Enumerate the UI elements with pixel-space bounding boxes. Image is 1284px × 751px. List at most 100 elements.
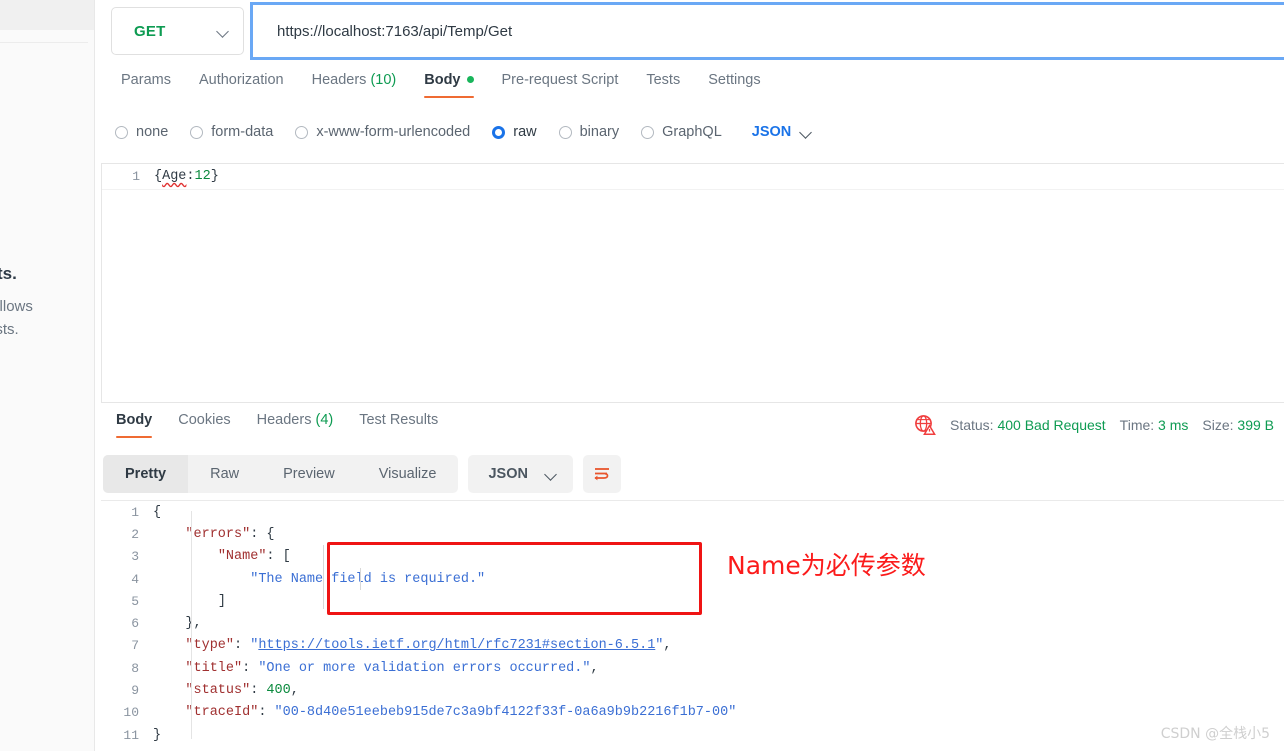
postman-window: ments. that allows equests. GET https://… <box>0 0 1284 751</box>
request-open-brace: { <box>154 169 163 184</box>
response-tab-cookies-label: Cookies <box>178 412 231 428</box>
indent-guide-1 <box>323 545 324 609</box>
response-format-selector[interactable]: JSON <box>468 455 573 493</box>
radio-x-www-form-urlencoded-label: x-www-form-urlencoded <box>316 124 471 140</box>
response-line-number: 11 <box>123 727 139 743</box>
tab-body[interactable]: Body <box>410 70 487 98</box>
tab-tests[interactable]: Tests <box>632 70 694 98</box>
tab-headers-count: (10) <box>370 72 397 88</box>
left-panel-line-2: equests. <box>0 321 19 338</box>
response-line-number: 10 <box>123 705 139 721</box>
response-code-text: "traceId": "00-8d40e51eebeb915de7c3a9bf4… <box>185 705 737 721</box>
url-input[interactable]: https://localhost:7163/api/Temp/Get <box>250 2 1284 60</box>
response-line-number: 3 <box>131 549 139 565</box>
globe-warning-icon <box>914 414 936 436</box>
url-row: GET https://localhost:7163/api/Temp/Get <box>95 0 1284 62</box>
radio-raw-label: raw <box>513 124 537 140</box>
request-body-editor[interactable]: 1 {Age:12} <box>101 163 1284 403</box>
response-tab-headers[interactable]: Headers (4) <box>244 410 347 438</box>
radio-raw[interactable]: raw <box>492 124 537 140</box>
radio-none-label: none <box>136 124 169 140</box>
response-code-text: "errors": { <box>185 526 275 542</box>
response-code-text: } <box>153 727 162 743</box>
request-body-value: 12 <box>194 169 211 184</box>
response-code-text: "The Name field is required." <box>250 571 486 587</box>
response-tab-headers-count: (4) <box>315 412 334 428</box>
request-body-code: {Age:12} <box>154 169 219 184</box>
raw-format-label: JSON <box>751 124 792 140</box>
status-value: 400 Bad Request <box>997 417 1106 433</box>
radio-x-www-form-urlencoded-circle-icon <box>295 125 309 139</box>
wrap-text-button[interactable] <box>582 455 621 493</box>
response-code-text: "Name": [ <box>217 549 291 565</box>
size-label: Size: <box>1202 417 1234 433</box>
response-status-bar: Status: 400 Bad Request Time: 3 ms Size:… <box>914 414 1274 436</box>
response-code-text: ] <box>217 593 226 609</box>
response-body-lines: 1{2 "errors": {3 "Name": [4 "The Name fi… <box>101 501 1284 746</box>
tab-authorization-label: Authorization <box>198 72 284 88</box>
response-code-text: }, <box>185 616 202 632</box>
chevron-down-icon <box>218 26 229 37</box>
view-mode-raw[interactable]: Raw <box>188 455 261 493</box>
tab-settings-label: Settings <box>708 72 761 88</box>
response-body-editor[interactable]: 1{2 "errors": {3 "Name": [4 "The Name fi… <box>101 500 1284 751</box>
radio-none[interactable]: none <box>115 124 168 140</box>
time-value: 3 ms <box>1158 417 1189 433</box>
view-mode-preview[interactable]: Preview <box>261 455 357 493</box>
http-method-selector[interactable]: GET <box>111 7 244 55</box>
response-view-mode-group: Pretty Raw Preview Visualize <box>103 455 459 493</box>
left-panel-heading: ments. <box>0 264 17 283</box>
tab-pre-request-script[interactable]: Pre-request Script <box>488 70 633 98</box>
chevron-down-icon <box>801 127 812 138</box>
request-tabs: Params Authorization Headers (10) Body P… <box>95 70 1284 106</box>
tab-authorization[interactable]: Authorization <box>185 70 298 98</box>
url-text: https://localhost:7163/api/Temp/Get <box>277 22 513 40</box>
tab-params-label: Params <box>121 72 171 88</box>
request-close-brace: } <box>210 169 219 184</box>
request-body-key: Age <box>162 169 187 184</box>
radio-form-data[interactable]: form-data <box>190 124 273 140</box>
radio-x-www-form-urlencoded[interactable]: x-www-form-urlencoded <box>295 124 470 140</box>
response-tab-test-results[interactable]: Test Results <box>346 410 451 438</box>
tab-params[interactable]: Params <box>107 70 185 98</box>
watermark: CSDN @全栈小5 <box>1160 726 1270 742</box>
left-panel-line-1: that allows <box>0 298 33 315</box>
left-side-panel: ments. that allows equests. <box>0 0 95 751</box>
response-code-line: 5 ] <box>101 590 1284 612</box>
size-value: 399 B <box>1237 417 1274 433</box>
response-code-line: 11} <box>101 724 1284 746</box>
radio-form-data-circle-icon <box>190 125 204 139</box>
response-tab-body[interactable]: Body <box>103 410 165 438</box>
tab-settings[interactable]: Settings <box>694 70 774 98</box>
radio-graphql[interactable]: GraphQL <box>641 124 722 140</box>
response-format-label: JSON <box>488 466 528 482</box>
response-line-number: 1 <box>131 504 139 520</box>
request-editor-bottom-border <box>102 402 1284 403</box>
response-code-line: 3 "Name": [ <box>101 546 1284 568</box>
response-code-line: 9 "status": 400, <box>101 679 1284 701</box>
response-code-line: 7 "type": "https://tools.ietf.org/html/r… <box>101 635 1284 657</box>
tab-body-label: Body <box>424 72 461 88</box>
request-body-line: 1 {Age:12} <box>102 164 1284 190</box>
request-body-colon: : <box>186 169 195 184</box>
response-gutter-line <box>191 511 192 739</box>
response-line-number: 4 <box>131 571 139 587</box>
raw-format-selector[interactable]: JSON <box>752 124 813 140</box>
tab-tests-label: Tests <box>646 72 681 88</box>
left-panel-divider <box>0 42 88 43</box>
view-mode-pretty[interactable]: Pretty <box>103 455 189 493</box>
radio-binary-label: binary <box>579 124 620 140</box>
annotation-text: Name为必传参数 <box>727 551 926 580</box>
response-code-text: "status": 400, <box>185 683 299 699</box>
radio-binary[interactable]: binary <box>558 124 620 140</box>
response-code-line: 2 "errors": { <box>101 523 1284 545</box>
response-line-number: 2 <box>131 526 139 542</box>
response-code-line: 8 "title": "One or more validation error… <box>101 657 1284 679</box>
radio-graphql-label: GraphQL <box>662 124 722 140</box>
view-mode-visualize[interactable]: Visualize <box>357 455 459 493</box>
response-tab-cookies[interactable]: Cookies <box>165 410 243 438</box>
response-line-number: 8 <box>131 660 139 676</box>
response-line-number: 5 <box>131 593 139 609</box>
tab-headers[interactable]: Headers (10) <box>298 70 411 98</box>
response-line-number: 7 <box>131 638 139 654</box>
